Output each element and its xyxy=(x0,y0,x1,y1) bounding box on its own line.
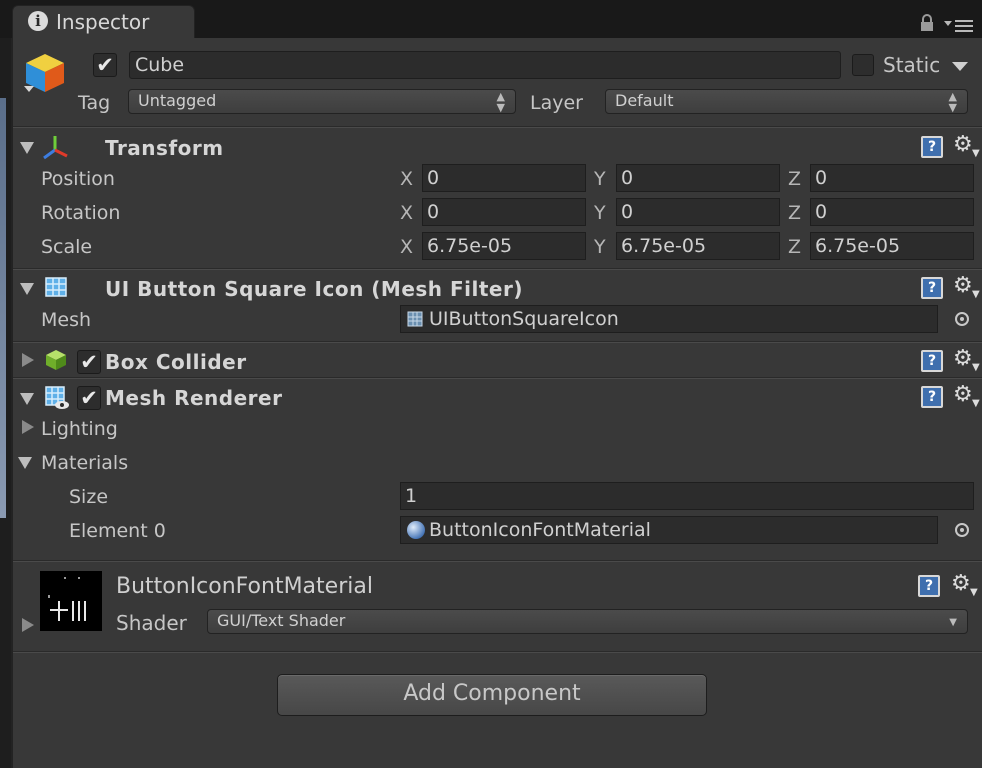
axis-z-label: Z xyxy=(788,202,802,224)
mesh-object-field[interactable]: UIButtonSquareIcon xyxy=(400,305,938,333)
help-icon[interactable]: ? xyxy=(921,350,943,372)
dropdown-arrow-icon: ▼ xyxy=(949,617,957,628)
tag-dropdown[interactable]: Untagged ▲ ▼ xyxy=(128,89,516,114)
axis-y-label: Y xyxy=(594,202,606,224)
mesh-filter-foldout-icon[interactable] xyxy=(20,283,34,295)
object-name-field[interactable]: Cube xyxy=(129,51,841,79)
scene-view-edge xyxy=(0,38,13,768)
box-collider-foldout-icon[interactable] xyxy=(22,353,34,367)
mesh-label: Mesh xyxy=(41,309,92,331)
position-label: Position xyxy=(41,168,115,190)
mesh-renderer-title[interactable]: Mesh Renderer xyxy=(105,386,282,410)
transform-axes-icon xyxy=(43,136,68,160)
layer-dropdown-value: Default xyxy=(615,91,674,110)
layer-label: Layer xyxy=(530,92,583,114)
mesh-renderer-icon xyxy=(45,386,69,409)
static-checkbox[interactable] xyxy=(852,54,874,76)
layer-dropdown[interactable]: Default ▲ ▼ xyxy=(605,89,968,114)
add-component-button[interactable]: Add Component xyxy=(277,674,707,716)
scale-y-field[interactable]: 6.75e-05 xyxy=(616,232,780,260)
size-label: Size xyxy=(69,486,109,508)
divider xyxy=(13,560,982,562)
axis-z-label: Z xyxy=(788,168,802,190)
axis-x-label: X xyxy=(400,202,414,224)
object-picker-icon[interactable] xyxy=(955,523,969,537)
divider xyxy=(13,651,982,653)
transform-title[interactable]: Transform xyxy=(105,136,224,160)
scale-label: Scale xyxy=(41,236,93,258)
shader-label: Shader xyxy=(116,611,187,635)
mesh-value: UIButtonSquareIcon xyxy=(429,308,619,330)
shader-dropdown-value: GUI/Text Shader xyxy=(217,611,346,630)
transform-foldout-icon[interactable] xyxy=(20,142,34,154)
box-collider-icon xyxy=(46,350,66,370)
material-name: ButtonIconFontMaterial xyxy=(116,574,373,599)
gear-icon[interactable]: ⚙ ▼ xyxy=(953,347,981,374)
divider xyxy=(13,268,982,270)
box-collider-title[interactable]: Box Collider xyxy=(105,350,247,374)
position-z-field[interactable]: 0 xyxy=(810,164,974,192)
gear-icon[interactable]: ⚙ ▼ xyxy=(953,383,981,410)
gameobject-cube-icon xyxy=(24,54,64,92)
gear-icon[interactable]: ⚙ ▼ xyxy=(951,572,979,599)
material-preview-thumbnail xyxy=(40,571,102,631)
active-checkbox[interactable]: ✔ xyxy=(93,53,117,77)
materials-label[interactable]: Materials xyxy=(41,452,128,474)
tag-label: Tag xyxy=(78,92,111,114)
rotation-label: Rotation xyxy=(41,202,121,224)
element-0-label: Element 0 xyxy=(69,520,166,542)
object-picker-icon[interactable] xyxy=(955,312,969,326)
lock-icon[interactable] xyxy=(920,14,934,32)
scale-x-field[interactable]: 6.75e-05 xyxy=(422,232,586,260)
rotation-z-field[interactable]: 0 xyxy=(810,198,974,226)
axis-x-label: X xyxy=(400,236,414,258)
shader-dropdown[interactable]: GUI/Text Shader ▼ xyxy=(207,609,968,634)
material-sphere-icon xyxy=(407,521,425,539)
element-0-value: ButtonIconFontMaterial xyxy=(429,519,651,541)
axis-z-label: Z xyxy=(788,236,802,258)
help-icon[interactable]: ? xyxy=(921,136,943,158)
dropdown-arrows-icon: ▲ ▼ xyxy=(948,90,957,114)
materials-foldout-icon[interactable] xyxy=(18,457,32,469)
info-icon: i xyxy=(28,11,48,31)
static-label: Static xyxy=(883,53,941,77)
axis-y-label: Y xyxy=(594,236,606,258)
material-foldout-icon[interactable] xyxy=(22,618,34,632)
gear-icon[interactable]: ⚙ ▼ xyxy=(953,274,981,301)
axis-x-label: X xyxy=(400,168,414,190)
divider xyxy=(13,341,982,343)
lighting-label[interactable]: Lighting xyxy=(41,418,118,440)
rotation-y-field[interactable]: 0 xyxy=(616,198,780,226)
context-menu-icon[interactable] xyxy=(944,18,974,32)
rotation-x-field[interactable]: 0 xyxy=(422,198,586,226)
mesh-renderer-enabled-checkbox[interactable]: ✔ xyxy=(77,386,101,410)
scale-z-field[interactable]: 6.75e-05 xyxy=(810,232,974,260)
axis-y-label: Y xyxy=(594,168,606,190)
mesh-renderer-foldout-icon[interactable] xyxy=(20,393,34,405)
divider xyxy=(13,126,982,128)
static-dropdown-arrow-icon[interactable] xyxy=(952,62,968,71)
tag-dropdown-value: Untagged xyxy=(138,91,217,110)
help-icon[interactable]: ? xyxy=(921,386,943,408)
mesh-asset-icon xyxy=(407,311,423,327)
help-icon[interactable]: ? xyxy=(921,277,943,299)
position-y-field[interactable]: 0 xyxy=(616,164,780,192)
position-x-field[interactable]: 0 xyxy=(422,164,586,192)
mesh-filter-icon xyxy=(45,277,67,297)
element-0-object-field[interactable]: ButtonIconFontMaterial xyxy=(400,516,938,544)
box-collider-enabled-checkbox[interactable]: ✔ xyxy=(77,350,101,374)
divider xyxy=(13,377,982,379)
tab-title: Inspector xyxy=(56,10,150,34)
lighting-foldout-icon[interactable] xyxy=(22,420,34,434)
help-icon[interactable]: ? xyxy=(918,575,940,597)
materials-size-field[interactable]: 1 xyxy=(400,482,974,510)
gear-icon[interactable]: ⚙ ▼ xyxy=(953,133,981,160)
dropdown-arrows-icon: ▲ ▼ xyxy=(496,90,505,114)
mesh-filter-title[interactable]: UI Button Square Icon (Mesh Filter) xyxy=(105,277,523,301)
